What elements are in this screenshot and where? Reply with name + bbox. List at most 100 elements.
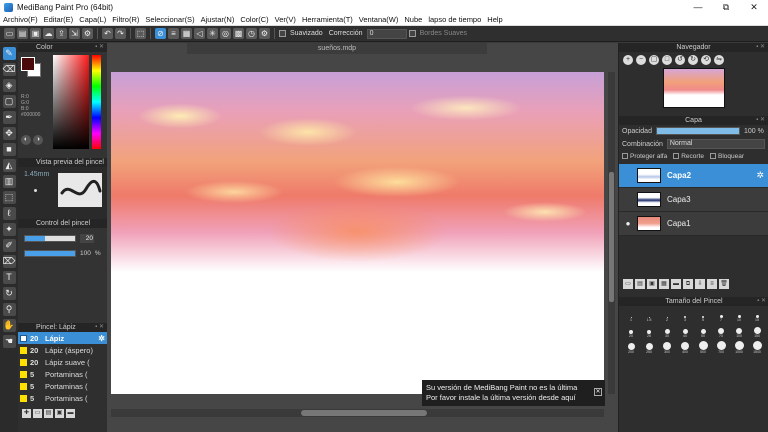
menu-ver[interactable]: Ver(V) (272, 15, 299, 24)
menu-color[interactable]: Color(C) (237, 15, 271, 24)
undo-icon[interactable]: ↶ (102, 28, 113, 39)
layer-settings-icon[interactable]: ✲ (756, 170, 764, 181)
suavizado-checkbox[interactable] (279, 30, 286, 37)
layer-menu-icon[interactable]: ≡ (707, 279, 717, 289)
snap-cross-icon[interactable]: ▦ (181, 28, 192, 39)
menu-nube[interactable]: Nube (401, 15, 425, 24)
brush-size-option[interactable]: 50 (695, 325, 711, 338)
pen-tool-icon[interactable]: ✒ (2, 111, 16, 124)
brush-size-option[interactable]: 400 (677, 341, 693, 354)
new-1bit-layer-icon[interactable]: ▦ (659, 279, 669, 289)
minimize-button[interactable]: — (684, 2, 712, 12)
navigator-thumbnail[interactable] (662, 68, 725, 108)
layer-row-capa3[interactable]: Capa3 (619, 188, 768, 212)
snap-vanishing-icon[interactable]: ◁ (194, 28, 205, 39)
layer-row-capa2[interactable]: Capa2 ✲ (619, 164, 768, 188)
close-button[interactable]: ✕ (740, 2, 768, 13)
menu-capa[interactable]: Capa(L) (76, 15, 109, 24)
foreground-color-swatch[interactable] (21, 57, 35, 71)
save-icon[interactable]: ▣ (30, 28, 41, 39)
hand-tool-icon[interactable]: ☚ (2, 335, 16, 348)
brush-size-option[interactable]: 15 (749, 309, 765, 322)
brush-size-option[interactable]: 1500 (749, 341, 765, 354)
menu-filtro[interactable]: Filtro(R) (109, 15, 142, 24)
document-tab[interactable]: sueños.mdp (187, 43, 487, 54)
eraser-tool-icon[interactable]: ⌫ (2, 63, 16, 76)
close-notice-icon[interactable]: ✕ (594, 388, 602, 396)
brush-settings-icon[interactable]: ▤ (44, 409, 53, 418)
protect-alpha-option[interactable]: Proteger alfa (622, 153, 667, 160)
brush-list-item[interactable]: 20 Lápiz (áspero) (18, 344, 107, 356)
snap-parallel-icon[interactable]: ≡ (168, 28, 179, 39)
lock-option[interactable]: Bloquear (709, 153, 744, 160)
vertical-scrollbar[interactable] (608, 72, 615, 394)
brush-size-option[interactable]: 30 (659, 325, 675, 338)
flip-icon[interactable]: ⇋ (714, 55, 724, 65)
menu-seleccionar[interactable]: Seleccionar(S) (142, 15, 197, 24)
brush-settings-icon[interactable]: ✲ (98, 334, 105, 343)
gradient-tool-icon[interactable]: ▥ (2, 175, 16, 188)
eyedropper-icon[interactable]: ⚲ (2, 303, 16, 316)
lasso-tool-icon[interactable]: ℓ (2, 207, 16, 220)
brush-size-option[interactable]: 40 (677, 325, 693, 338)
brush-size-option[interactable]: 150 (749, 325, 765, 338)
snap-radial-icon[interactable]: ✳ (207, 28, 218, 39)
snap-symmetry-icon[interactable]: ◷ (246, 28, 257, 39)
visibility-icon[interactable]: ● (619, 219, 637, 228)
new-halftone-layer-icon[interactable]: ▤ (635, 279, 645, 289)
brush-size-slider[interactable] (24, 235, 76, 242)
brush-list-item[interactable]: 5 Portaminas ( (18, 380, 107, 392)
hue-slider[interactable] (92, 55, 101, 149)
clip-option[interactable]: Recorte (673, 153, 704, 160)
brush-size-option[interactable]: 7 (713, 309, 729, 322)
pin-icon[interactable]: ▪ ✕ (756, 116, 765, 125)
brush-size-option[interactable]: 700 (713, 341, 729, 354)
palette-icon[interactable]: ◐ (21, 135, 31, 145)
new-layer-icon[interactable]: ▭ (623, 279, 633, 289)
brush-size-option[interactable]: 250 (641, 341, 657, 354)
actual-size-icon[interactable]: □ (662, 55, 672, 65)
redo-icon[interactable]: ↷ (115, 28, 126, 39)
brush-list-item[interactable]: 5 Portaminas ( (18, 392, 107, 404)
reset-rotation-icon[interactable]: ⟲ (701, 55, 711, 65)
new-file-icon[interactable]: ▭ (4, 28, 15, 39)
drawing-canvas[interactable] (111, 72, 604, 394)
menu-archivo[interactable]: Archivo(F) (0, 15, 41, 24)
brush-size-option[interactable]: 20 (623, 325, 639, 338)
pin-icon[interactable]: ▪ ✕ (756, 43, 765, 52)
brush-size-option[interactable]: 1000 (731, 341, 747, 354)
horizontal-scrollbar[interactable] (111, 409, 604, 417)
zoom-in-icon[interactable]: + (623, 55, 633, 65)
text-tool-icon[interactable]: T (2, 271, 16, 284)
divide-tool-icon[interactable]: ↻ (2, 287, 16, 300)
menu-herramienta[interactable]: Herramienta(T) (299, 15, 356, 24)
brush-opacity-slider[interactable] (24, 250, 76, 257)
snap-off-icon[interactable]: ⊘ (155, 28, 166, 39)
menu-editar[interactable]: Editar(E) (41, 15, 77, 24)
update-notice[interactable]: Su versión de MediBang Paint no es la úl… (422, 380, 605, 406)
brush-list-item[interactable]: 20 Lápiz ✲ (18, 332, 107, 344)
operation-tool-icon[interactable]: ✋ (2, 319, 16, 332)
settings-icon[interactable]: ⚙ (82, 28, 93, 39)
new-folder-icon[interactable]: ▬ (671, 279, 681, 289)
horizontal-scroll-thumb[interactable] (301, 410, 427, 416)
dot-tool-icon[interactable]: ◈ (2, 79, 16, 92)
share-icon[interactable]: ⇪ (56, 28, 67, 39)
brush-size-option[interactable]: 3 (677, 309, 693, 322)
fit-icon[interactable]: ▢ (649, 55, 659, 65)
brush-size-option[interactable]: 25 (641, 325, 657, 338)
add-brush-icon[interactable]: ✚ (22, 409, 31, 418)
layer-row-capa1[interactable]: ● Capa1 (619, 212, 768, 236)
maximize-button[interactable]: ⧉ (712, 2, 740, 13)
deselect-icon[interactable]: ⬚ (135, 28, 146, 39)
fill-shape-icon[interactable]: ■ (2, 143, 16, 156)
delete-layer-icon[interactable]: 🗑 (719, 279, 729, 289)
correccion-select[interactable]: 0 (366, 28, 407, 39)
brush-size-option[interactable]: 70 (713, 325, 729, 338)
magic-wand-icon[interactable]: ✦ (2, 223, 16, 236)
copy-brush-icon[interactable]: ▭ (33, 409, 42, 418)
select-tool-icon[interactable]: ⬚ (2, 191, 16, 204)
brush-size-option[interactable]: 300 (659, 341, 675, 354)
pin-icon[interactable]: ▪ ✕ (757, 297, 766, 306)
menu-ventana[interactable]: Ventana(W) (356, 15, 402, 24)
